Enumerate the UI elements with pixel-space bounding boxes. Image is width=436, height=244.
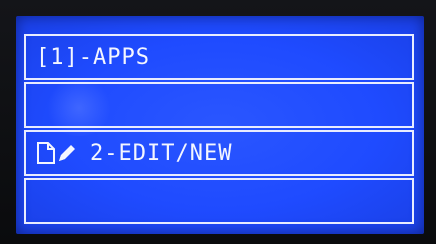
document-icon — [36, 142, 56, 164]
menu-item-label: [1]-APPS — [36, 44, 150, 70]
pencil-icon — [56, 142, 78, 164]
menu-item-apps[interactable]: [1]-APPS — [24, 34, 414, 80]
main-menu: [1]-APPS 2-EDIT/NEW — [24, 26, 418, 229]
menu-item-edit-new[interactable]: 2-EDIT/NEW — [24, 130, 414, 176]
menu-item-label: 2-EDIT/NEW — [90, 140, 233, 166]
menu-item-empty-1[interactable] — [24, 82, 414, 128]
menu-item-empty-2[interactable] — [24, 178, 414, 224]
edit-icons — [36, 142, 78, 164]
device-bezel: [1]-APPS 2-EDIT/NEW — [0, 0, 436, 244]
